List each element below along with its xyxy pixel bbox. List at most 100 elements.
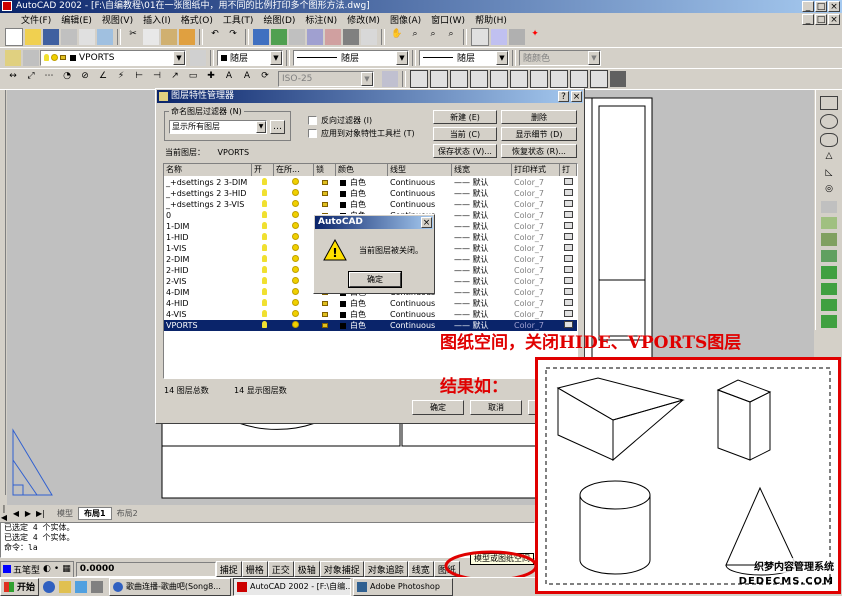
hyperlink-icon[interactable]: [253, 28, 269, 45]
layer-freeze-icon[interactable]: [292, 287, 299, 298]
layer-freeze-icon[interactable]: [292, 199, 299, 210]
menu-view[interactable]: 视图(V): [97, 13, 138, 26]
chevron-down-icon[interactable]: ▼: [270, 50, 282, 65]
save-icon[interactable]: [43, 28, 59, 45]
alert-close-button[interactable]: ×: [421, 217, 432, 228]
filter-select[interactable]: 显示所有图层 ▼: [169, 120, 267, 134]
layer-freeze-icon[interactable]: [292, 320, 299, 331]
layer-plot-icon[interactable]: [564, 287, 573, 298]
redo-icon[interactable]: ↷: [225, 29, 241, 45]
layer-lock-icon[interactable]: [322, 188, 328, 199]
col-plotstyle[interactable]: 打印样式: [512, 164, 560, 176]
menu-modify[interactable]: 修改(M): [342, 13, 385, 26]
layer-plot-icon[interactable]: [564, 210, 573, 221]
layer-on-icon[interactable]: [262, 265, 267, 276]
current-layer-button[interactable]: 当前 (C): [433, 127, 497, 141]
find-icon[interactable]: [97, 28, 113, 45]
invert-filter-option[interactable]: 反向过滤器 (I): [308, 115, 372, 126]
help-button[interactable]: ?: [558, 91, 569, 102]
col-lock[interactable]: 锁: [314, 164, 336, 176]
menu-tools[interactable]: 工具(T): [218, 13, 259, 26]
layer-on-icon[interactable]: [262, 199, 267, 210]
col-name[interactable]: 名称: [164, 164, 252, 176]
dialog-ok-button[interactable]: 确定: [412, 400, 464, 415]
setup-drawing-icon[interactable]: [821, 282, 837, 296]
layer-color-swatch[interactable]: [340, 320, 349, 331]
paste-icon[interactable]: [161, 28, 177, 45]
quicklaunch-ie-icon[interactable]: [43, 580, 56, 593]
layer-freeze-icon[interactable]: [292, 221, 299, 232]
menu-format[interactable]: 格式(O): [176, 13, 218, 26]
view-front-icon[interactable]: [490, 69, 508, 88]
layer-row[interactable]: _+dsettings 2 3-DIM 白色 Continuous —— 默认 Colo…: [164, 177, 577, 188]
view-ne-iso-icon[interactable]: [570, 69, 588, 88]
dim-update-icon[interactable]: ⟳: [257, 71, 273, 87]
layer-freeze-icon[interactable]: [292, 188, 299, 199]
tolerance-icon[interactable]: ▭: [185, 71, 201, 87]
wedge-icon[interactable]: ◺: [821, 168, 837, 180]
leader-icon[interactable]: ↗: [167, 71, 183, 87]
properties-icon[interactable]: [471, 27, 489, 46]
start-button[interactable]: 开始: [0, 577, 40, 596]
alert-ok-button[interactable]: 确定: [348, 271, 402, 288]
layer-plot-icon[interactable]: [564, 188, 573, 199]
color-combo[interactable]: 随层 ▼: [217, 49, 283, 66]
layer-color-swatch[interactable]: [340, 298, 349, 309]
invert-filter-checkbox[interactable]: [308, 116, 317, 125]
dim-radius-icon[interactable]: ◔: [59, 71, 75, 87]
apply-toolbar-checkbox[interactable]: [308, 129, 317, 138]
layer-plot-icon[interactable]: [564, 243, 573, 254]
layer-freeze-icon[interactable]: [292, 210, 299, 221]
maximize-button[interactable]: □: [815, 1, 827, 12]
view-bottom-icon[interactable]: [430, 69, 448, 88]
tab-next-icon[interactable]: ▶: [24, 509, 32, 518]
layer-row[interactable]: 4-HID 白色 Continuous —— 默认 Color_7: [164, 298, 577, 309]
layer-row[interactable]: _+dsettings 2 3-HID 白色 Continuous —— 默认 Colo…: [164, 188, 577, 199]
lineweight-combo[interactable]: 随层 ▼: [419, 49, 509, 66]
open-icon[interactable]: [25, 28, 41, 45]
extrude-icon[interactable]: [821, 200, 837, 213]
dim-linear-icon[interactable]: ↔: [5, 71, 21, 87]
minimize-button[interactable]: _: [802, 1, 814, 12]
tab-first-icon[interactable]: |◀: [0, 504, 8, 522]
apply-toolbar-option[interactable]: 应用到对象特性工具栏 (T): [308, 128, 415, 139]
copy-icon[interactable]: [143, 28, 159, 45]
layer-freeze-icon[interactable]: [292, 309, 299, 320]
camera-icon[interactable]: [610, 70, 626, 87]
snap-toggle[interactable]: 捕捉: [215, 561, 242, 577]
moon-icon[interactable]: ◐: [43, 564, 51, 574]
chevron-down-icon[interactable]: ▼: [361, 71, 373, 86]
undo-icon[interactable]: ↶: [207, 29, 223, 45]
layer-lock-icon[interactable]: [322, 298, 328, 309]
dim-angular-icon[interactable]: ∠: [95, 71, 111, 87]
menu-insert[interactable]: 插入(I): [138, 13, 176, 26]
quick-dim-icon[interactable]: ⚡: [113, 71, 129, 87]
layer-on-icon[interactable]: [262, 177, 267, 188]
col-color[interactable]: 颜色: [336, 164, 388, 176]
3d-icon[interactable]: [343, 28, 359, 45]
revolve-icon[interactable]: [821, 216, 837, 230]
cylinder-icon[interactable]: [820, 132, 838, 148]
menu-edit[interactable]: 编辑(E): [56, 13, 97, 26]
layer-on-icon[interactable]: [262, 188, 267, 199]
view-back-icon[interactable]: [510, 69, 528, 88]
cone-icon[interactable]: △: [821, 151, 837, 163]
layer-lock-icon[interactable]: [322, 177, 328, 188]
col-freeze[interactable]: 在所...: [274, 164, 314, 176]
ortho-toggle[interactable]: 正交: [267, 561, 294, 577]
layer-plot-icon[interactable]: [564, 254, 573, 265]
view-nw-iso-icon[interactable]: [590, 69, 608, 88]
close-button[interactable]: ×: [828, 1, 840, 12]
chevron-down-icon[interactable]: ▼: [173, 50, 185, 65]
layer-on-icon[interactable]: [262, 232, 267, 243]
layer-plot-icon[interactable]: [564, 232, 573, 243]
layer-freeze-icon[interactable]: [292, 243, 299, 254]
layer-on-icon[interactable]: [262, 254, 267, 265]
layer-combo[interactable]: VPORTS ▼: [40, 49, 186, 66]
layer-lock-icon[interactable]: [322, 309, 328, 320]
tracking-icon[interactable]: [325, 28, 341, 45]
grid-toggle[interactable]: 栅格: [241, 561, 268, 577]
chevron-down-icon[interactable]: ▼: [588, 50, 600, 65]
otrack-toggle[interactable]: 对象追踪: [363, 561, 408, 577]
view-sw-iso-icon[interactable]: [530, 69, 548, 88]
